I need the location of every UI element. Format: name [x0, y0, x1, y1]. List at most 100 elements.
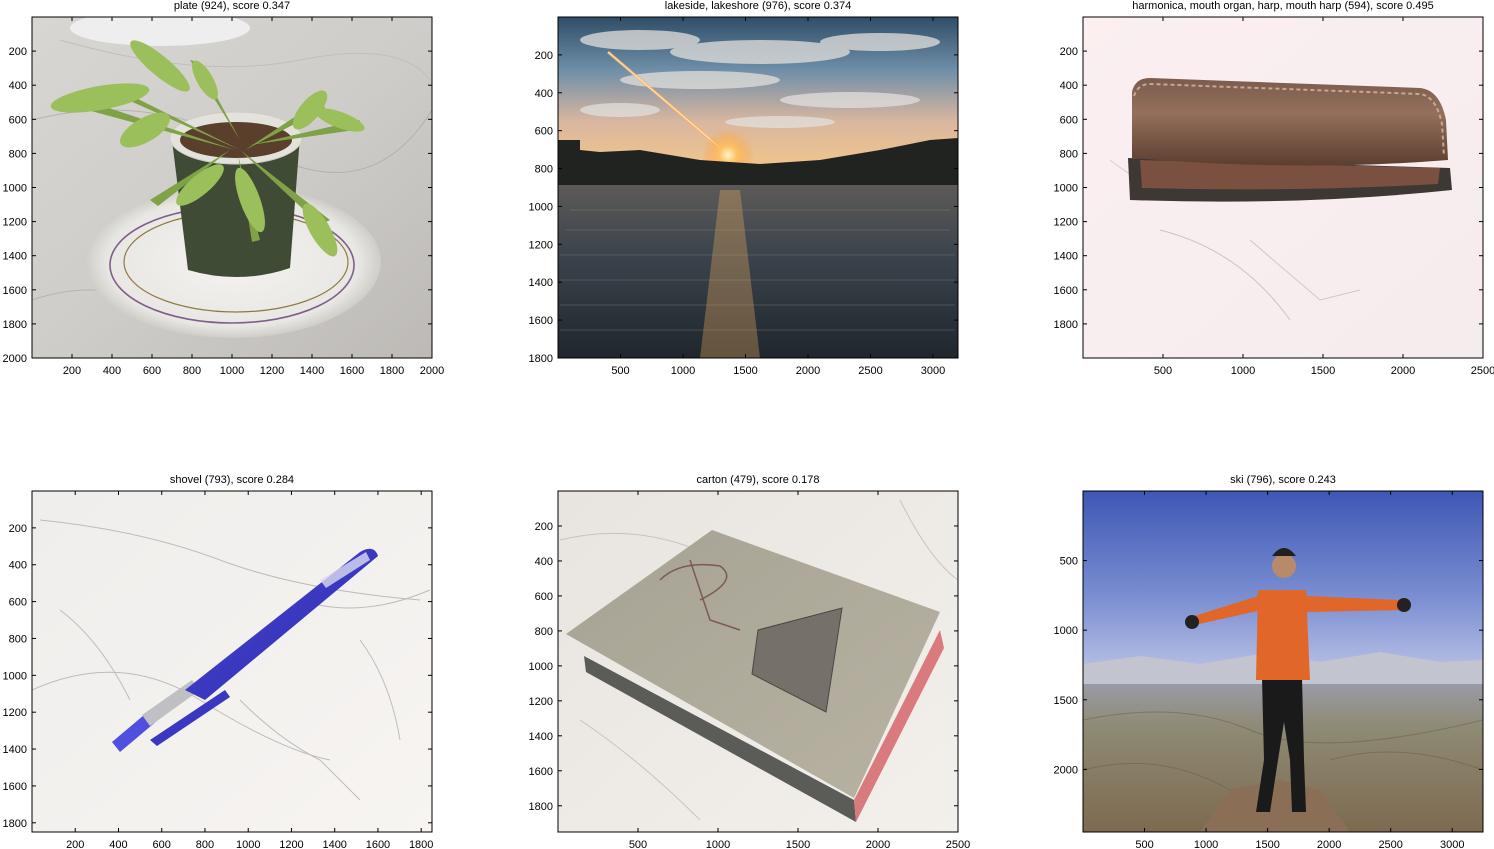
x-tick-label: 1000 — [220, 365, 244, 377]
x-tick-label: 500 — [1135, 839, 1153, 849]
y-tick-label: 800 — [535, 626, 553, 638]
leather-case-image — [1083, 17, 1483, 358]
y-tick-label: 1200 — [529, 696, 553, 708]
y-tick-label: 1600 — [3, 285, 27, 297]
y-tick-label: 1000 — [529, 201, 553, 213]
y-tick-label: 200 — [9, 523, 27, 535]
panel-6-title: ski (796), score 0.243 — [1230, 474, 1336, 486]
x-tick-label: 2000 — [420, 365, 444, 377]
y-tick-label: 400 — [535, 556, 553, 568]
y-tick-label: 1800 — [3, 319, 27, 331]
y-tick-label: 1000 — [3, 183, 27, 195]
x-tick-label: 500 — [611, 365, 629, 377]
y-tick-label: 1200 — [529, 239, 553, 251]
sunset-lake-image — [558, 17, 958, 358]
x-tick-label: 400 — [109, 839, 127, 849]
y-tick-label: 600 — [9, 597, 27, 609]
x-tick-label: 1500 — [733, 365, 757, 377]
y-tick-label: 1400 — [529, 277, 553, 289]
y-tick-label: 200 — [535, 521, 553, 533]
panel-4-title: shovel (793), score 0.284 — [170, 474, 294, 486]
y-tick-label: 1000 — [3, 670, 27, 682]
panel-3-title: harmonica, mouth organ, harp, mouth harp… — [1132, 0, 1433, 12]
blue-pen-image — [32, 491, 432, 832]
x-tick-label: 1400 — [300, 365, 324, 377]
x-tick-label: 2500 — [946, 839, 970, 849]
y-tick-label: 1400 — [3, 744, 27, 756]
panel-4-shovel: shovel (793), score 0.284 200 400 600 800 10… — [3, 474, 434, 849]
y-tick-label: 1200 — [1054, 217, 1078, 229]
x-tick-label: 1800 — [380, 365, 404, 377]
x-tick-label: 1500 — [1311, 365, 1335, 377]
y-tick-label: 1000 — [1054, 625, 1078, 637]
panel-1-plate: plate (924), score 0.347 200 400 600 800… — [3, 0, 445, 377]
y-tick-label: 200 — [9, 46, 27, 58]
y-tick-label: 600 — [535, 591, 553, 603]
x-tick-label: 600 — [143, 365, 161, 377]
x-tick-label: 1600 — [340, 365, 364, 377]
panel-2-lakeside: lakeside, lakeshore (976), score 0.374 5… — [529, 0, 959, 377]
x-tick-label: 400 — [103, 365, 121, 377]
x-tick-label: 800 — [183, 365, 201, 377]
y-tick-label: 800 — [9, 633, 27, 645]
y-tick-label: 1400 — [529, 731, 553, 743]
y-tick-label: 1200 — [3, 707, 27, 719]
x-tick-label: 1200 — [260, 365, 284, 377]
y-tick-label: 200 — [1060, 46, 1078, 58]
y-tick-label: 200 — [535, 50, 553, 62]
x-tick-label: 1000 — [1231, 365, 1255, 377]
y-tick-label: 2000 — [3, 353, 27, 365]
panel-1-title: plate (924), score 0.347 — [174, 0, 290, 12]
y-tick-label: 1800 — [1054, 319, 1078, 331]
x-tick-label: 1000 — [1194, 839, 1218, 849]
x-tick-label: 2000 — [866, 839, 890, 849]
panel-2-title: lakeside, lakeshore (976), score 0.374 — [665, 0, 852, 12]
x-tick-label: 1500 — [786, 839, 810, 849]
x-tick-label: 1000 — [236, 839, 260, 849]
y-tick-label: 2000 — [1054, 764, 1078, 776]
y-tick-label: 1600 — [3, 781, 27, 793]
x-tick-label: 200 — [63, 365, 81, 377]
y-tick-label: 1400 — [3, 251, 27, 263]
y-tick-label: 600 — [9, 114, 27, 126]
panel-3-harmonica: harmonica, mouth organ, harp, mouth harp… — [1054, 0, 1494, 377]
y-tick-label: 1600 — [1054, 285, 1078, 297]
x-tick-label: 1200 — [279, 839, 303, 849]
y-tick-label: 800 — [535, 164, 553, 176]
y-tick-label: 1500 — [1054, 695, 1078, 707]
hiker-summit-image — [1083, 491, 1483, 832]
x-tick-label: 2500 — [1471, 365, 1494, 377]
panel-5-carton: carton (479), score 0.178 500 1000 1500 200… — [529, 474, 971, 849]
y-tick-label: 1400 — [1054, 251, 1078, 263]
y-tick-label: 400 — [9, 560, 27, 572]
x-tick-label: 1800 — [409, 839, 433, 849]
x-tick-label: 500 — [629, 839, 647, 849]
y-tick-label: 1800 — [529, 353, 553, 365]
x-tick-label: 1400 — [322, 839, 346, 849]
x-tick-label: 2500 — [1378, 839, 1402, 849]
x-tick-label: 500 — [1154, 365, 1172, 377]
x-tick-label: 600 — [153, 839, 171, 849]
panel-5-title: carton (479), score 0.178 — [697, 474, 820, 486]
y-tick-label: 800 — [9, 148, 27, 160]
y-tick-label: 1000 — [1054, 183, 1078, 195]
y-tick-label: 1000 — [529, 661, 553, 673]
y-tick-label: 600 — [535, 126, 553, 138]
book-image — [558, 491, 958, 832]
y-tick-label: 1600 — [529, 766, 553, 778]
potted-plant-image — [32, 17, 432, 358]
y-tick-label: 600 — [1060, 114, 1078, 126]
x-tick-label: 2000 — [1317, 839, 1341, 849]
panel-6-ski: ski (796), score 0.243 500 1000 1500 2000 25… — [1054, 474, 1484, 849]
x-tick-label: 3000 — [1440, 839, 1464, 849]
y-tick-label: 400 — [1060, 80, 1078, 92]
figure: plate (924), score 0.347 200 400 600 800… — [3, 0, 1494, 849]
x-tick-label: 2000 — [796, 365, 820, 377]
y-tick-label: 1800 — [529, 801, 553, 813]
y-tick-label: 1600 — [529, 315, 553, 327]
y-tick-label: 800 — [1060, 148, 1078, 160]
x-tick-label: 1600 — [366, 839, 390, 849]
y-tick-label: 400 — [9, 80, 27, 92]
x-tick-label: 800 — [196, 839, 214, 849]
x-tick-label: 1000 — [706, 839, 730, 849]
